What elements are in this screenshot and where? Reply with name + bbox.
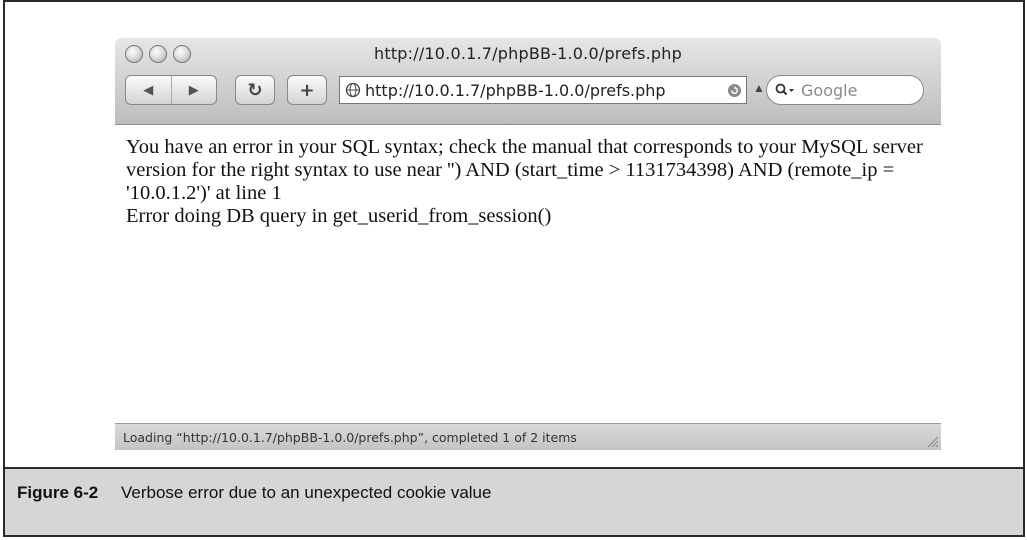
reload-icon: ↻ — [247, 79, 263, 101]
reload-button[interactable]: ↻ — [235, 75, 275, 105]
status-bar: Loading “http://10.0.1.7/phpBB-1.0.0/pre… — [115, 423, 941, 450]
back-arrow-icon: ◀ — [143, 82, 154, 97]
caption-line: Figure 6-2 Verbose error due to an unexp… — [17, 483, 491, 503]
figure-body: http://10.0.1.7/phpBB-1.0.0/prefs.php ◀ … — [5, 2, 1023, 467]
browser-window: http://10.0.1.7/phpBB-1.0.0/prefs.php ◀ … — [115, 38, 941, 450]
page-content: You have an error in your SQL syntax; ch… — [126, 136, 925, 228]
resize-grip-icon[interactable] — [925, 434, 939, 448]
figure-frame: http://10.0.1.7/phpBB-1.0.0/prefs.php ◀ … — [3, 0, 1025, 537]
address-url: http://10.0.1.7/phpBB-1.0.0/prefs.php — [365, 80, 666, 100]
globe-icon — [345, 82, 361, 98]
caption-text: Verbose error due to an unexpected cooki… — [120, 483, 492, 502]
status-text: Loading “http://10.0.1.7/phpBB-1.0.0/pre… — [123, 430, 577, 445]
search-icon[interactable] — [775, 83, 795, 97]
forward-button[interactable]: ▶ — [170, 76, 217, 104]
search-placeholder: Google — [801, 80, 858, 100]
address-bar[interactable]: http://10.0.1.7/phpBB-1.0.0/prefs.php — [339, 76, 747, 104]
browser-toolbar: http://10.0.1.7/phpBB-1.0.0/prefs.php ◀ … — [115, 38, 941, 125]
add-bookmark-button[interactable]: + — [287, 75, 327, 105]
sql-error-message: You have an error in your SQL syntax; ch… — [126, 136, 923, 204]
back-button[interactable]: ◀ — [126, 76, 171, 104]
plus-icon: + — [299, 79, 315, 101]
search-field[interactable]: Google — [766, 75, 924, 105]
window-title: http://10.0.1.7/phpBB-1.0.0/prefs.php — [374, 44, 682, 63]
address-reload-icon[interactable] — [727, 83, 742, 98]
nav-button-group: ◀ ▶ — [125, 75, 217, 105]
figure-caption: Figure 6-2 Verbose error due to an unexp… — [5, 467, 1023, 535]
forward-arrow-icon: ▶ — [188, 82, 199, 97]
figure-number: Figure 6-2 — [17, 483, 99, 502]
chevron-up-icon[interactable]: ▲ — [753, 81, 765, 95]
db-query-error-message: Error doing DB query in get_userid_from_… — [126, 205, 552, 227]
